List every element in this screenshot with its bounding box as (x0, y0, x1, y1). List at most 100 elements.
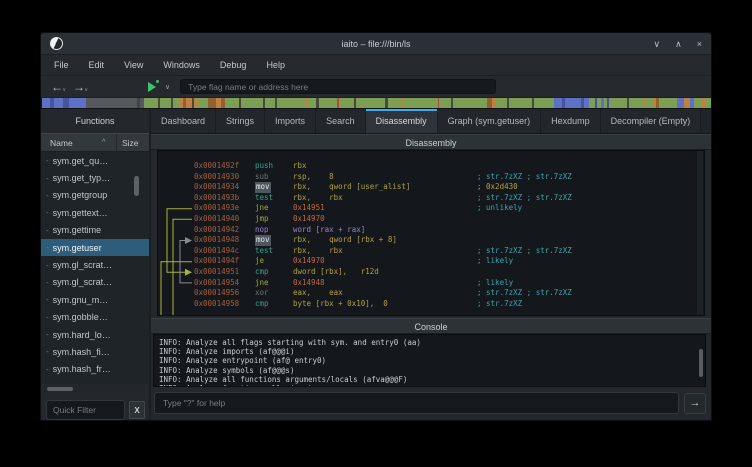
memory-map-segment (565, 98, 581, 108)
tab-dashboard[interactable]: Dashboard (151, 109, 216, 133)
back-button[interactable]: ←∨ (51, 80, 63, 94)
tab-hexdump[interactable]: Hexdump (541, 109, 601, 133)
disassembly-scrollbar[interactable] (697, 151, 703, 315)
menu-item-windows[interactable]: Windows (153, 55, 210, 75)
function-list-item[interactable]: -sym.gettext… (41, 204, 149, 221)
memory-map-segment (629, 98, 644, 108)
function-list-item[interactable]: -sym.getuser (41, 239, 149, 256)
function-list-item[interactable]: -sym.gl_scrat… (41, 256, 149, 273)
memory-map-segment (197, 98, 208, 108)
instruction-operands: 0x14970 (293, 214, 477, 225)
content-area: DashboardStringsImportsSearchDisassembly… (151, 109, 711, 420)
disassembly-line[interactable]: 0x00014942nopword [rax + rax] (194, 225, 696, 236)
desktop: iaito – file:///bin/ls ∨ ∧ × FileEditVie… (0, 0, 752, 467)
disassembly-line[interactable]: 0x00014930subrsp, 8; str.7zXZ ; str.7zXZ (194, 172, 696, 183)
instruction-mnemonic: jne (255, 278, 293, 289)
instruction-address: 0x0001494f (194, 256, 255, 267)
disassembly-line[interactable]: 0x00014951cmpdword [rbx], r12d (194, 267, 696, 278)
minimize-button[interactable]: ∨ (654, 34, 661, 54)
function-list-item[interactable]: -sym.get_qu… (41, 152, 149, 169)
function-list-item[interactable]: -sym.gobble… (41, 309, 149, 326)
instruction-operands: 0x14970 (293, 256, 477, 267)
forward-button[interactable]: →∨ (73, 80, 85, 94)
disassembly-line[interactable]: 0x0001494ctestrbx, rbx; str.7zXZ ; str.7… (194, 246, 696, 257)
disassembly-line[interactable]: 0x00014940jmp0x14970 (194, 214, 696, 225)
menu-item-debug[interactable]: Debug (210, 55, 257, 75)
instruction-address: 0x00014951 (194, 267, 255, 278)
function-list-hscrollbar[interactable] (44, 385, 146, 393)
menu-item-edit[interactable]: Edit (79, 55, 115, 75)
hscrollbar-thumb[interactable] (47, 387, 73, 391)
memory-map-segment (694, 98, 702, 108)
tree-tick-icon: - (46, 347, 49, 356)
tab-disassembly[interactable]: Disassembly (366, 109, 438, 133)
debug-options-dropdown-icon[interactable]: ∨ (165, 83, 170, 91)
tab-imports[interactable]: Imports (265, 109, 316, 133)
instruction-comment: ; str.7zXZ ; str.7zXZ (477, 246, 572, 257)
console-log-line: INFO: Analyze symbols (af@@@s) (159, 366, 705, 375)
memory-map-segment (277, 98, 305, 108)
function-list-item[interactable]: -sym.gl_scrat… (41, 274, 149, 291)
disassembly-line[interactable]: 0x0001493ejne0x14951; unlikely (194, 203, 696, 214)
column-name[interactable]: Name (41, 138, 102, 148)
memory-map-segment (677, 98, 684, 108)
iaito-window: iaito – file:///bin/ls ∨ ∧ × FileEditVie… (40, 32, 712, 421)
menu-bar: FileEditViewWindowsDebugHelp (41, 55, 711, 76)
memory-map-bar[interactable] (41, 98, 711, 109)
disassembly-line[interactable]: 0x0001494fje0x14970; likely (194, 256, 696, 267)
instruction-mnemonic: test (255, 193, 293, 204)
instruction-address: 0x0001493b (194, 193, 255, 204)
quick-filter-input[interactable] (46, 400, 125, 420)
disassembly-view[interactable]: 0x0001492fpushrbx0x00014930subrsp, 8; st… (157, 150, 705, 316)
tree-tick-icon: - (46, 226, 49, 235)
console-submit-button[interactable]: → (684, 393, 706, 414)
function-list-item[interactable]: -sym.hash_fr… (41, 361, 149, 378)
memory-map-segment (144, 98, 159, 108)
debug-start-button[interactable] (147, 81, 159, 93)
memory-map-segment (225, 98, 240, 108)
disassembly-line[interactable]: 0x0001492fpushrbx (194, 161, 696, 172)
menu-item-view[interactable]: View (114, 55, 153, 75)
functions-column-header[interactable]: Name ^ Size (41, 133, 149, 152)
function-list-item[interactable]: -sym.gnu_m… (41, 291, 149, 308)
function-list-item[interactable]: -sym.hard_lo… (41, 326, 149, 343)
function-list-item[interactable]: -sym.hash_fi… (41, 343, 149, 360)
tab-graph-sym-getuser[interactable]: Graph (sym.getuser) (438, 109, 542, 133)
maximize-button[interactable]: ∧ (675, 34, 682, 54)
flag-search-input[interactable] (180, 79, 496, 94)
instruction-mnemonic: nop (255, 225, 293, 236)
disassembly-line[interactable]: 0x00014956xoreax, eax; str.7zXZ ; str.7z… (194, 288, 696, 299)
function-name: sym.get_typ… (53, 173, 111, 183)
console-command-input[interactable] (154, 392, 679, 414)
tab-decompiler-empty[interactable]: Decompiler (Empty) (601, 109, 702, 133)
memory-map-segment (173, 98, 180, 108)
function-list-item[interactable]: -sym.gettime (41, 222, 149, 239)
memory-map-segment (339, 98, 354, 108)
disassembly-line[interactable]: 0x0001493btestrbx, rbx; str.7zXZ ; str.7… (194, 193, 696, 204)
function-list-item[interactable]: -sym.get_typ… (41, 169, 149, 186)
tab-bar: DashboardStringsImportsSearchDisassembly… (151, 109, 711, 134)
menu-item-help[interactable]: Help (256, 55, 295, 75)
memory-map-segment (509, 98, 532, 108)
instruction-address: 0x0001493e (194, 203, 255, 214)
console-scrollbar[interactable] (699, 349, 703, 377)
menu-item-file[interactable]: File (44, 55, 79, 75)
disassembly-line[interactable]: 0x00014954jne0x14948; likely (194, 278, 696, 289)
tab-strings[interactable]: Strings (216, 109, 265, 133)
disassembly-line[interactable]: 0x00014958cmpbyte [rbx + 0x10], 0; str.7… (194, 299, 696, 310)
window-controls: ∨ ∧ × (654, 34, 702, 54)
tab-search[interactable]: Search (316, 109, 366, 133)
column-size[interactable]: Size (117, 138, 149, 148)
disassembly-line[interactable]: 0x00014934movrbx, qword [user_alist]; 0x… (194, 182, 696, 193)
disassembly-line[interactable]: 0x00014948movrbx, qword [rbx + 8] (194, 235, 696, 246)
function-list-item[interactable]: -sym.getgroup (41, 187, 149, 204)
function-name: sym.hard_lo… (53, 330, 111, 340)
title-bar[interactable]: iaito – file:///bin/ls ∨ ∧ × (41, 33, 711, 55)
console-log[interactable]: INFO: Analyze all flags starting with sy… (153, 334, 706, 387)
function-list-scrollbar[interactable] (134, 176, 139, 196)
back-dropdown-icon: ∨ (62, 83, 66, 97)
clear-filter-button[interactable]: X (129, 401, 145, 419)
close-button[interactable]: × (697, 34, 702, 54)
instruction-operands: eax, eax (293, 288, 477, 299)
instruction-comment: ; str.7zXZ ; str.7zXZ (477, 288, 572, 299)
